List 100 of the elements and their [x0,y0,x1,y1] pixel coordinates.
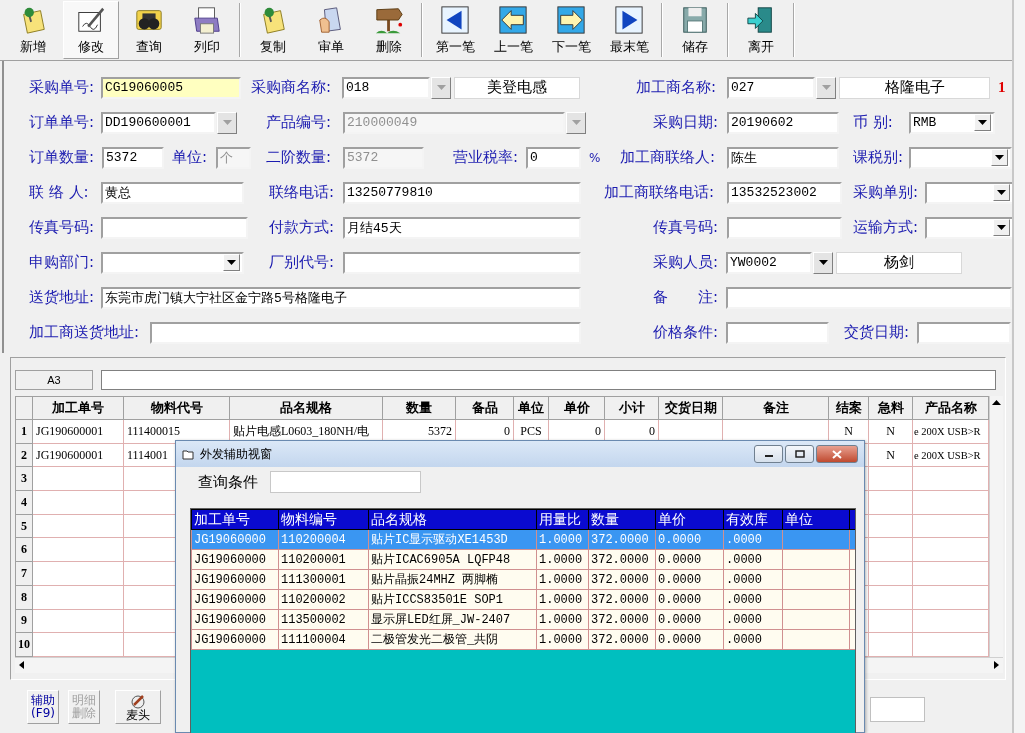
table-cell: JG19060000 [191,589,279,610]
dropdown-field[interactable]: RMB [909,111,995,134]
minimize-button[interactable] [754,445,783,463]
toolbar-button[interactable]: 删除 [361,1,417,59]
field-label: 采购商名称: [251,78,333,97]
formula-field[interactable] [101,370,996,390]
dropdown-field[interactable] [101,251,244,274]
toolbar-button[interactable]: 复制 [245,1,301,59]
toolbar-button[interactable]: 修改 [63,1,119,59]
action-button[interactable]: 辅助 (F9) [27,690,59,724]
text-field[interactable]: 0 [526,146,581,169]
table-cell: e 200X USB>R [912,419,989,444]
row-number: 9 [15,609,33,633]
field-label: 加工商联络人: [620,148,717,167]
table-cell: JG190600001 [32,443,124,467]
dropdown-field[interactable] [909,146,1012,169]
toolbar-button[interactable]: 第一笔 [427,1,483,59]
text-field[interactable]: DD190600001 [101,111,216,134]
field-label: 采购单别: [853,183,920,202]
field-label: 运输方式: [853,218,920,237]
table-row[interactable]: JG19060000 110200001 贴片ICAC6905A LQFP48 1.0000 372.0000 0.0000 .0000 [191,549,855,570]
field-label: 联 络 人: [29,183,90,202]
column-header[interactable]: 产品名称 [912,396,989,420]
column-header[interactable]: 数量 [588,509,656,530]
toolbar-button[interactable]: 最末笔 [601,1,657,59]
column-header[interactable]: 交货日期 [658,396,723,420]
caret-icon [821,84,831,91]
column-header[interactable]: 单价 [548,396,605,420]
maximize-button[interactable] [785,445,814,463]
maximize-icon [794,450,805,458]
text-field[interactable]: 陈生 [727,146,839,169]
text-field[interactable]: 5372 [102,146,164,169]
column-header[interactable]: 品名规格 [368,509,537,530]
toolbar-button[interactable]: 上一笔 [485,1,541,59]
table-row[interactable]: JG19060000 113500002 显示屏LED红屏_JW-2407 1.0000 372.0000 0.0000 .0000 [191,609,855,630]
toolbar-button[interactable]: 列印 [179,1,235,59]
field-label: 采购日期: [653,113,720,132]
field-label: 产品编号: [266,113,333,132]
text-field[interactable]: CG19060005 [101,76,241,99]
row-number: 4 [15,490,33,515]
toolbar-button[interactable]: 新增 [5,1,61,59]
dropdown-field[interactable] [925,216,1014,239]
row-number: 6 [15,537,33,562]
text-field[interactable]: 月结45天 [343,216,581,239]
field-label: 厂别代号: [269,253,336,272]
text-field[interactable]: 东莞市虎门镇大宁社区金宁路5号格隆电子 [101,286,581,309]
table-cell: e 200X USB>R [912,443,989,467]
column-header[interactable]: 单位 [513,396,549,420]
toolbar-button[interactable]: 查询 [121,1,177,59]
column-header[interactable]: 加工单号 [191,509,279,530]
column-header[interactable]: 数量 [382,396,456,420]
text-field[interactable] [917,321,1011,344]
text-field[interactable] [726,321,829,344]
text-field[interactable] [727,216,842,239]
toolbar-button[interactable]: 储存 [667,1,723,59]
close-button[interactable] [816,445,858,463]
column-header[interactable]: 品名规格 [229,396,383,420]
column-header[interactable]: 单价 [655,509,724,530]
table-row[interactable]: JG19060000 111100004 二极管发光二极管_共阴 1.0000 372.0000 0.0000 .0000 [191,629,855,650]
text-field[interactable]: 20190602 [727,111,839,134]
column-header[interactable]: 小计 [604,396,659,420]
text-field[interactable] [870,697,925,722]
field-label: 采购人员: [653,253,720,272]
text-field[interactable]: 13250779810 [343,181,581,204]
column-header[interactable]: 备品 [455,396,514,420]
dropdown-button[interactable] [813,251,833,274]
text-field[interactable] [101,216,248,239]
name-display: 美登电感 [454,76,580,99]
toolbar-button[interactable]: 下一笔 [543,1,599,59]
table-row[interactable]: JG19060000 110200002 贴片ICCS83501E SOP1 1.0000 372.0000 0.0000 .0000 [191,589,855,610]
field-label: 营业税率: [453,148,520,167]
column-header[interactable]: 结案 [828,396,869,420]
column-header[interactable]: 有效库 [723,509,783,530]
table-row[interactable]: JG19060000 111300001 贴片晶振24MHZ 两脚椭 1.0000 372.0000 0.0000 .0000 [191,569,855,590]
text-field[interactable] [270,471,421,493]
dropdown-field[interactable] [925,181,1014,204]
caret-icon [978,119,987,126]
toolbar-button[interactable]: 离开 [733,1,789,59]
column-header[interactable]: 物料代号 [123,396,230,420]
text-field[interactable]: YW0002 [726,251,812,274]
column-header[interactable]: 备注 [722,396,829,420]
column-header[interactable]: 用量比 [536,509,589,530]
column-header[interactable]: 物料编号 [278,509,369,530]
vertical-scrollbar[interactable] [989,396,1003,657]
action-button[interactable]: 麦头 [115,690,161,724]
text-field[interactable] [343,251,581,274]
column-header[interactable]: 加工单号 [32,396,124,420]
table-cell: JG19060000 [191,609,279,630]
field-label: 加工商送货地址: [29,323,141,342]
column-header[interactable]: 单位 [782,509,850,530]
text-field[interactable] [150,321,581,344]
text-field[interactable]: 黄总 [101,181,244,204]
text-field[interactable]: 027 [727,76,815,99]
text-field[interactable]: 13532523002 [727,181,842,204]
text-field[interactable] [726,286,1012,309]
name-display: 格隆电子 [839,76,990,99]
text-field[interactable]: 018 [342,76,430,99]
toolbar-button[interactable]: 审单 [303,1,359,59]
column-header[interactable]: 急料 [868,396,913,420]
close-icon [832,449,842,459]
